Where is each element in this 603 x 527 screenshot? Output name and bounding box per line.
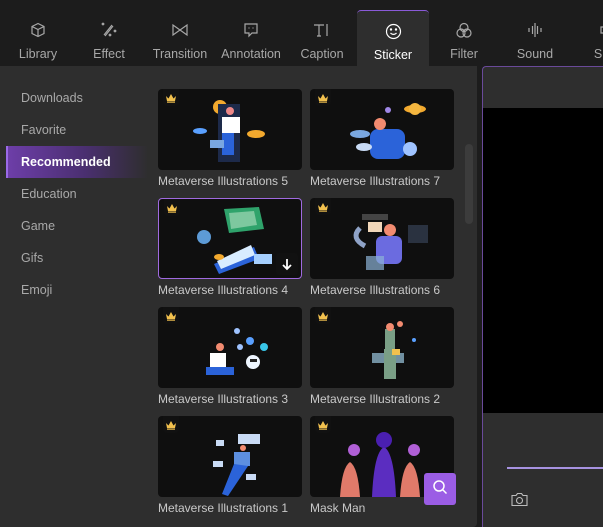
sticker-illustration: [213, 434, 260, 496]
cube-icon: [30, 19, 46, 41]
sticker-thumbnail[interactable]: [310, 198, 454, 279]
tab-sfx[interactable]: SFX: [570, 10, 603, 66]
crown-icon: [315, 198, 331, 215]
three-circles-icon: [455, 19, 473, 41]
sidebar-item-emoji[interactable]: Emoji: [6, 274, 148, 306]
sidebar-item-education[interactable]: Education: [6, 178, 148, 210]
sticker-card[interactable]: Metaverse Illustrations 5: [158, 89, 302, 188]
sticker-illustration: [372, 321, 416, 379]
waveform-icon: [527, 19, 543, 41]
sticker-thumbnail[interactable]: [158, 198, 302, 279]
playback-progress-bar[interactable]: [507, 467, 603, 469]
tab-label: Library: [18, 47, 58, 61]
tab-annotation[interactable]: Annotation: [215, 10, 287, 66]
magic-wand-icon: [100, 19, 118, 41]
download-button[interactable]: [276, 253, 298, 275]
tab-sound[interactable]: Sound: [499, 10, 571, 66]
sticker-label: Metaverse Illustrations 4: [158, 283, 289, 297]
sticker-thumbnail[interactable]: [158, 307, 302, 388]
search-button[interactable]: [424, 473, 456, 505]
bowtie-icon: [171, 19, 189, 41]
sidebar-item-downloads[interactable]: Downloads: [6, 82, 148, 114]
crown-icon: [163, 416, 179, 433]
sticker-label: Metaverse Illustrations 5: [158, 174, 289, 188]
smiley-icon: [385, 20, 402, 42]
tab-label: Caption: [300, 47, 344, 61]
tab-label: Annotation: [221, 47, 281, 61]
tab-filter[interactable]: Filter: [428, 10, 500, 66]
crown-icon: [163, 307, 179, 324]
sidebar-item-game[interactable]: Game: [6, 210, 148, 242]
tab-transition[interactable]: Transition: [144, 10, 216, 66]
sticker-card[interactable]: Metaverse Illustrations 1: [158, 416, 302, 515]
sticker-label: Metaverse Illustrations 2: [310, 392, 441, 406]
top-tab-bar: Library Effect Transition Annotation Cap…: [0, 0, 603, 66]
sticker-label: Metaverse Illustrations 3: [158, 392, 289, 406]
speech-bubble-icon: [243, 19, 259, 41]
tab-caption[interactable]: Caption: [286, 10, 358, 66]
sticker-thumbnail[interactable]: [158, 416, 302, 497]
tab-library[interactable]: Library: [2, 10, 74, 66]
text-cursor-icon: [313, 19, 331, 41]
sticker-thumbnail[interactable]: [158, 89, 302, 170]
sticker-label: Metaverse Illustrations 7: [310, 174, 441, 188]
sidebar-item-label: Education: [21, 187, 77, 201]
sidebar-item-label: Downloads: [21, 91, 83, 105]
sticker-illustration: [353, 214, 428, 270]
sticker-label: Metaverse Illustrations 1: [158, 501, 289, 515]
sticker-card[interactable]: Metaverse Illustrations 4: [158, 198, 302, 297]
camera-icon: [511, 492, 528, 511]
sticker-illustration: [350, 103, 426, 159]
sticker-thumbnail[interactable]: [310, 307, 454, 388]
tab-sticker[interactable]: Sticker: [357, 10, 429, 66]
tab-label: Sound: [516, 47, 554, 61]
sidebar-item-label: Favorite: [21, 123, 67, 137]
sfx-icon: [598, 19, 603, 41]
sticker-illustration: [206, 328, 268, 375]
sticker-card[interactable]: Metaverse Illustrations 7: [310, 89, 454, 188]
snapshot-button[interactable]: [511, 492, 528, 512]
sticker-label: Metaverse Illustrations 6: [310, 283, 441, 297]
sidebar-item-favorite[interactable]: Favorite: [6, 114, 148, 146]
crown-icon: [315, 416, 331, 433]
crown-icon: [164, 199, 180, 216]
preview-panel: [482, 66, 603, 527]
crown-icon: [163, 89, 179, 106]
tab-label: SFX: [593, 47, 603, 61]
sidebar-item-label: Game: [21, 219, 56, 233]
crown-icon: [315, 307, 331, 324]
tab-label: Sticker: [373, 48, 413, 62]
sidebar-item-label: Recommended: [21, 155, 111, 169]
sidebar-item-label: Emoji: [21, 283, 53, 297]
tab-label: Transition: [152, 47, 208, 61]
sidebar-item-recommended[interactable]: Recommended: [6, 146, 148, 178]
tab-effect[interactable]: Effect: [73, 10, 145, 66]
sticker-card[interactable]: Metaverse Illustrations 6: [310, 198, 454, 297]
search-icon: [432, 479, 448, 500]
sticker-illustration: [193, 100, 265, 162]
sidebar-item-gifs[interactable]: Gifs: [6, 242, 148, 274]
tab-label: Effect: [93, 47, 125, 61]
sticker-card[interactable]: Metaverse Illustrations 2: [310, 307, 454, 406]
sticker-card[interactable]: Metaverse Illustrations 3: [158, 307, 302, 406]
download-arrow-icon: [282, 258, 292, 270]
crown-icon: [315, 89, 331, 106]
tab-label: Filter: [450, 47, 478, 61]
scrollbar[interactable]: [465, 144, 473, 224]
sidebar-item-label: Gifs: [21, 251, 44, 265]
preview-canvas: [483, 108, 603, 413]
sticker-thumbnail[interactable]: [310, 89, 454, 170]
